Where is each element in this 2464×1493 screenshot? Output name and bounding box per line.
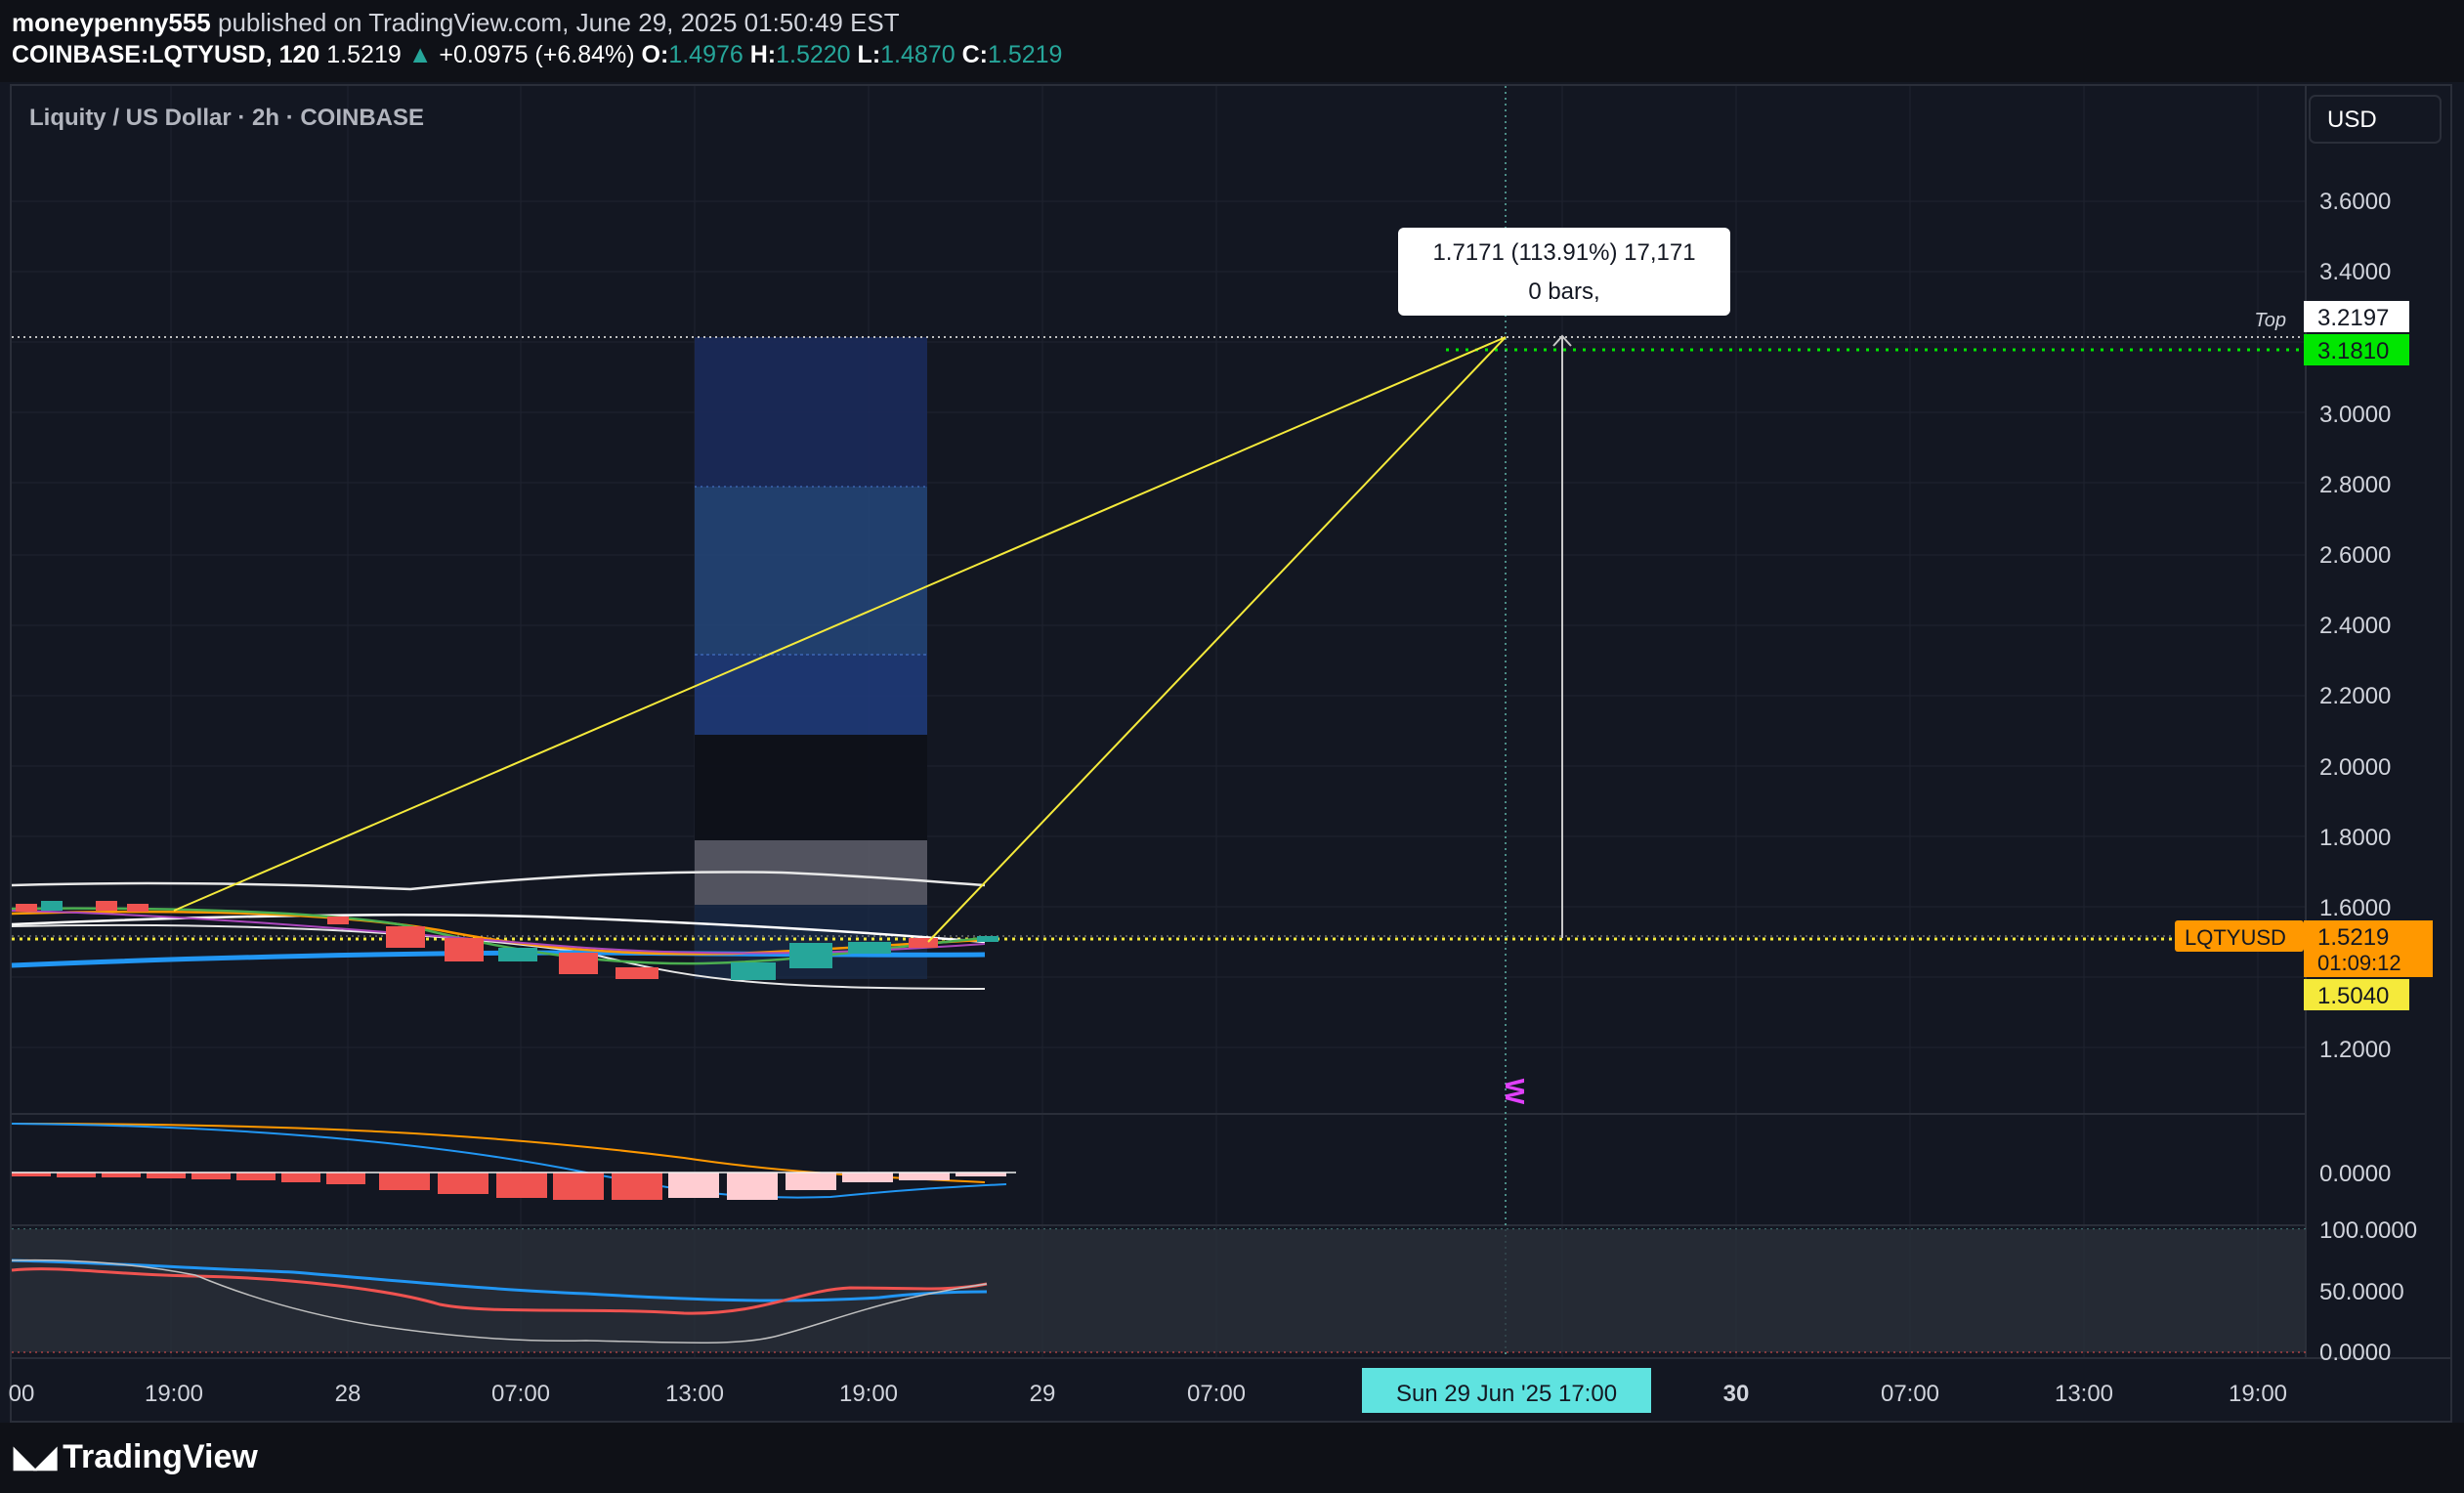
time-tick: 13:00 [2055,1381,2113,1407]
target-zone-lower[interactable] [695,655,927,735]
time-tick: 19:00 [145,1381,203,1407]
brand-name: TradingView [63,1438,258,1475]
rsi-tick: 50.0000 [2319,1279,2404,1305]
time-tick: 30 [1723,1381,1750,1407]
target-value-text: 3.1810 [2317,338,2389,364]
candle [445,938,484,961]
time-tick: 07:00 [491,1381,550,1407]
price-tick: 3.6000 [2319,189,2391,215]
time-tick: 29 [1030,1381,1056,1407]
currency-button-label: USD [2327,107,2377,133]
measure-tooltip-line1: 1.7171 (113.91%) 17,171 [1432,239,1695,266]
candle [386,926,425,948]
time-tick: 07:00 [1881,1381,1939,1407]
candle [127,904,149,912]
time-tick: 19:00 [839,1381,898,1407]
w-marker[interactable]: W [1500,1079,1530,1105]
candle [731,962,776,980]
price-tick: 2.8000 [2319,472,2391,498]
macd-histogram [12,1173,662,1200]
candle [848,942,891,954]
crosshair-time-text: Sun 29 Jun '25 17:00 [1396,1381,1617,1407]
price-tick: 3.4000 [2319,259,2391,285]
chart-title: Liquity / US Dollar · 2h · COINBASE [29,105,424,131]
target-zone-middle[interactable] [695,487,927,655]
time-tick: 28 [335,1381,361,1407]
price-tick: 3.0000 [2319,402,2391,428]
grid [12,86,2306,1358]
time-tick: 00 [9,1381,35,1407]
candle [909,938,938,948]
price-tick: 1.6000 [2319,895,2391,921]
measure-tooltip-line2: 0 bars, [1528,278,1599,305]
price-tick: 1.2000 [2319,1037,2391,1063]
countdown-text: 01:09:12 [2317,951,2401,975]
macd-tick: 0.0000 [2319,1161,2391,1187]
candle [16,904,37,912]
symbol-tag-text: LQTYUSD [2185,925,2286,950]
candle [559,953,598,974]
top-label: Top [2254,310,2286,331]
time-tick: 07:00 [1187,1381,1246,1407]
rsi-tick: 100.0000 [2319,1217,2417,1244]
tradingview-logo-icon: ◣◢ [14,1441,57,1473]
rsi-band [12,1229,2306,1352]
candle [327,917,349,924]
target-zone-upper[interactable] [695,337,927,487]
footer [0,1423,2464,1493]
position-tool[interactable] [695,337,927,979]
yellow-level-text: 1.5040 [2317,983,2389,1009]
candle [977,936,998,942]
time-tick: 19:00 [2229,1381,2287,1407]
candle [616,967,658,979]
time-tick: 13:00 [665,1381,724,1407]
chart-canvas[interactable]: 1.7171 (113.91%) 17,171 0 bars, W Liquit… [0,0,2464,1423]
last-price-text: 1.5219 [2317,924,2389,951]
candle [96,901,117,911]
neutral-zone [695,735,927,840]
candle [789,943,832,968]
price-tick: 2.4000 [2319,613,2391,639]
price-tick: 2.6000 [2319,542,2391,569]
candle [41,901,63,911]
price-tick: 2.2000 [2319,683,2391,709]
price-tick: 1.8000 [2319,825,2391,851]
top-value-text: 3.2197 [2317,305,2389,331]
time-axis[interactable]: 00 19:00 28 07:00 13:00 19:00 29 07:00 3… [9,1381,2287,1407]
price-tick: 2.0000 [2319,754,2391,781]
tradingview-logo[interactable]: ◣◢ TradingView [14,1438,258,1476]
macd-pane [11,1123,1016,1200]
rsi-pane [11,1229,2306,1353]
candle [498,948,537,961]
rsi-tick: 0.0000 [2319,1340,2391,1366]
